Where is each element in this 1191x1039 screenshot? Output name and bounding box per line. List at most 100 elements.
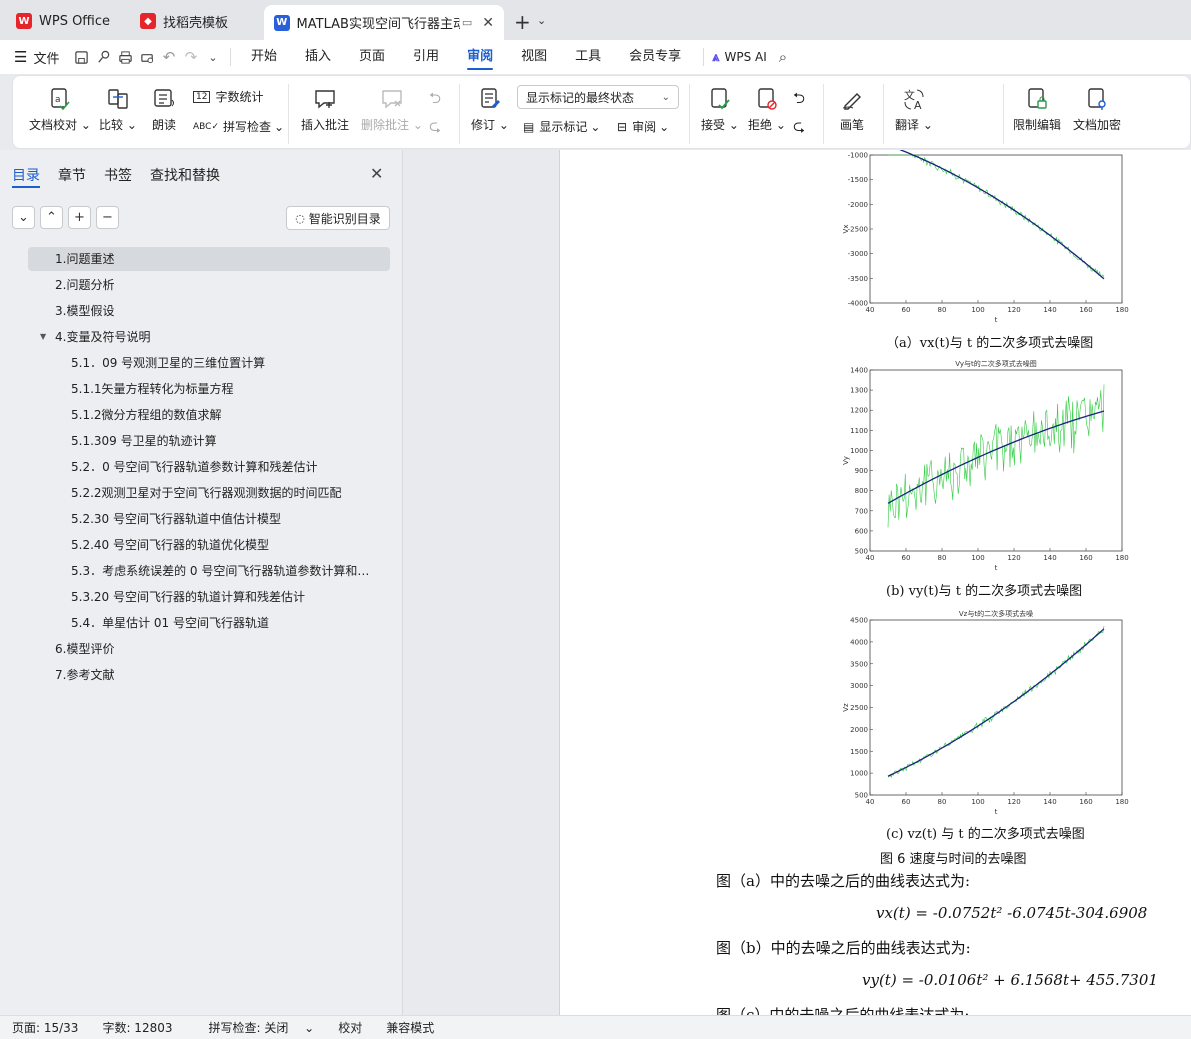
toc-item[interactable]: 5.3．考虑系统误差的 0 号空间飞行器轨道参数计算和残差估计 xyxy=(28,559,390,583)
compare-button[interactable]: 比较 ⌄ xyxy=(99,86,137,133)
y-tick-label: 500 xyxy=(855,792,868,800)
toc-item-label: 1.问题重述 xyxy=(55,252,115,266)
remove-icon[interactable]: − xyxy=(96,206,119,229)
tab-toc[interactable]: 目录 xyxy=(12,165,40,185)
toc-item-label: 3.模型假设 xyxy=(55,304,115,318)
insert-comment-button[interactable]: 插入批注 xyxy=(301,86,349,133)
read-aloud-button[interactable]: 朗读 xyxy=(151,86,177,133)
tab-chapters[interactable]: 章节 xyxy=(58,165,86,185)
x-tick-label: 180 xyxy=(1115,306,1128,314)
active-tab-indicator xyxy=(12,186,40,188)
pen-button[interactable]: 画笔 xyxy=(839,86,865,133)
tab-find-replace[interactable]: 查找和替换 xyxy=(150,165,220,185)
new-tab-plus-icon[interactable]: + xyxy=(514,10,531,34)
docer-icon: ◆ xyxy=(140,13,156,29)
toc-item[interactable]: 5.1.309 号卫星的轨迹计算 xyxy=(28,429,390,453)
status-bar: 页面: 15/33 字数: 12803 拼写检查: 关闭 ⌄ 校对 兼容模式 xyxy=(0,1015,1191,1039)
read-aloud-icon xyxy=(154,89,174,107)
toc-item[interactable]: 5.1.1矢量方程转化为标量方程 xyxy=(28,377,390,401)
next-comment-icon[interactable]: ⮎ xyxy=(429,116,441,141)
toc-item-label: 5.2.30 号空间飞行器轨道中值估计模型 xyxy=(71,512,281,526)
toc-item[interactable]: 5.1.2微分方程组的数值求解 xyxy=(28,403,390,427)
spell-check-button[interactable]: ABC✓ 拼写检查 ⌄ xyxy=(193,118,284,135)
y-axis-label: Vy xyxy=(842,456,850,465)
toc-item[interactable]: 5.2.30 号空间飞行器轨道中值估计模型 xyxy=(28,507,390,531)
translate-button[interactable]: 文A 翻译 ⌄ xyxy=(895,86,933,133)
restrict-edit-button[interactable]: 限制编辑 xyxy=(1013,86,1061,133)
menu-insert[interactable]: 插入 xyxy=(291,40,345,74)
menu-tools[interactable]: 工具 xyxy=(561,40,615,74)
y-tick-label: 900 xyxy=(855,467,868,475)
toc-item[interactable]: 7.参考文献 xyxy=(28,663,390,687)
toc-item[interactable]: 5.1．09 号观测卫星的三维位置计算 xyxy=(28,351,390,375)
tab-wps-office[interactable]: W WPS Office xyxy=(6,6,124,36)
toc-item[interactable]: 1.问题重述 xyxy=(28,247,390,271)
toc-item[interactable]: 5.3.20 号空间飞行器的轨道计算和残差估计 xyxy=(28,585,390,609)
expand-arrow-icon[interactable]: ▼ xyxy=(40,325,46,349)
y-tick-label: 1000 xyxy=(850,770,868,778)
page-indicator[interactable]: 页面: 15/33 xyxy=(0,1019,90,1036)
word-count[interactable]: 字数: 12803 xyxy=(90,1019,184,1036)
close-icon[interactable]: ✕ xyxy=(370,164,383,183)
wps-ai-button[interactable]: ⩓ WPS AI xyxy=(712,50,767,65)
tab-document[interactable]: W MATLAB实现空间飞行器主动 ▭ ✕ xyxy=(264,5,504,40)
y-tick-label: 1100 xyxy=(850,427,868,435)
show-markup-button[interactable]: ▤ 显示标记 ⌄ xyxy=(523,118,600,135)
encrypt-icon xyxy=(1088,88,1106,110)
revise-button[interactable]: 修订 ⌄ xyxy=(471,86,509,133)
proof-button[interactable]: 校对 xyxy=(326,1019,374,1036)
accept-button[interactable]: 接受 ⌄ xyxy=(701,86,739,133)
menu-page[interactable]: 页面 xyxy=(345,40,399,74)
word-count-button[interactable]: 12 字数统计 xyxy=(193,88,263,105)
chart-vx: 40 60 80 100 120 140 160 180-4000-3500-3000-250… xyxy=(840,150,1140,325)
smart-toc-button[interactable]: ◌ 智能识别目录 xyxy=(286,206,390,230)
quick-access-chevron-icon[interactable]: ⌄ xyxy=(202,46,224,68)
toc-item[interactable]: 5.4．单星估计 01 号空间飞行器轨道 xyxy=(28,611,390,635)
toc-item[interactable]: 6.模型评价 xyxy=(28,637,390,661)
reject-button[interactable]: 拒绝 ⌄ xyxy=(748,86,786,133)
print-preview-icon[interactable] xyxy=(136,46,158,68)
expand-chevron-icon[interactable]: ⌃ xyxy=(40,206,63,229)
toc-item[interactable]: 2.问题分析 xyxy=(28,273,390,297)
share-icon[interactable] xyxy=(92,46,114,68)
toc-item[interactable]: 3.模型假设 xyxy=(28,299,390,323)
tab-docer-templates[interactable]: ◆ 找稻壳模板 xyxy=(130,6,258,36)
close-tab-icon[interactable]: ✕ xyxy=(482,15,494,31)
next-change-icon[interactable]: ⮎ xyxy=(793,116,805,141)
menu-member[interactable]: 会员专享 xyxy=(615,40,695,74)
markup-state-dropdown[interactable]: 显示标记的最终状态 ⌄ xyxy=(517,85,679,109)
previous-comment-icon[interactable]: ⮌ xyxy=(429,88,441,113)
file-menu[interactable]: ☰ 文件 xyxy=(0,48,70,67)
toc-item[interactable]: ▼ 4.变量及符号说明 xyxy=(28,325,390,349)
tab-bookmarks[interactable]: 书签 xyxy=(104,165,132,185)
window-icon[interactable]: ▭ xyxy=(462,16,472,29)
y-axis-label: Vx xyxy=(842,225,850,234)
delete-comment-button[interactable]: 删除批注 ⌄ xyxy=(361,86,423,133)
encrypt-button[interactable]: 文档加密 xyxy=(1073,86,1121,133)
y-tick-label: 4000 xyxy=(850,638,868,646)
menu-view[interactable]: 视图 xyxy=(507,40,561,74)
collapse-chevron-icon[interactable]: ⌄ xyxy=(12,206,35,229)
y-tick-label: 1500 xyxy=(850,748,868,756)
previous-change-icon[interactable]: ⮌ xyxy=(793,88,805,113)
y-tick-label: -1500 xyxy=(848,176,868,184)
toc-item[interactable]: 5.2.40 号空间飞行器的轨道优化模型 xyxy=(28,533,390,557)
print-icon[interactable] xyxy=(114,46,136,68)
menu-reference[interactable]: 引用 xyxy=(399,40,453,74)
x-tick-label: 100 xyxy=(971,554,984,562)
toc-item[interactable]: 5.2.2观测卫星对于空间飞行器观测数据的时间匹配 xyxy=(28,481,390,505)
save-icon[interactable] xyxy=(70,46,92,68)
menu-home[interactable]: 开始 xyxy=(237,40,291,74)
chevron-down-icon[interactable]: ⌄ xyxy=(537,14,546,27)
spell-check-status[interactable]: 拼写检查: 关闭 ⌄ xyxy=(185,1019,327,1036)
add-icon[interactable]: + xyxy=(68,206,91,229)
review-pane-button[interactable]: ⊟ 审阅 ⌄ xyxy=(617,118,669,135)
tab-label: 找稻壳模板 xyxy=(163,15,229,31)
undo-icon[interactable]: ↶ xyxy=(158,46,180,68)
proofread-button[interactable]: a 文档校对 ⌄ xyxy=(29,86,91,133)
search-icon[interactable]: ⌕ xyxy=(779,48,787,66)
x-tick-label: 180 xyxy=(1115,554,1128,562)
menu-review[interactable]: 审阅 xyxy=(453,40,507,74)
redo-icon[interactable]: ↷ xyxy=(180,46,202,68)
toc-item[interactable]: 5.2．0 号空间飞行器轨道参数计算和残差估计 xyxy=(28,455,390,479)
